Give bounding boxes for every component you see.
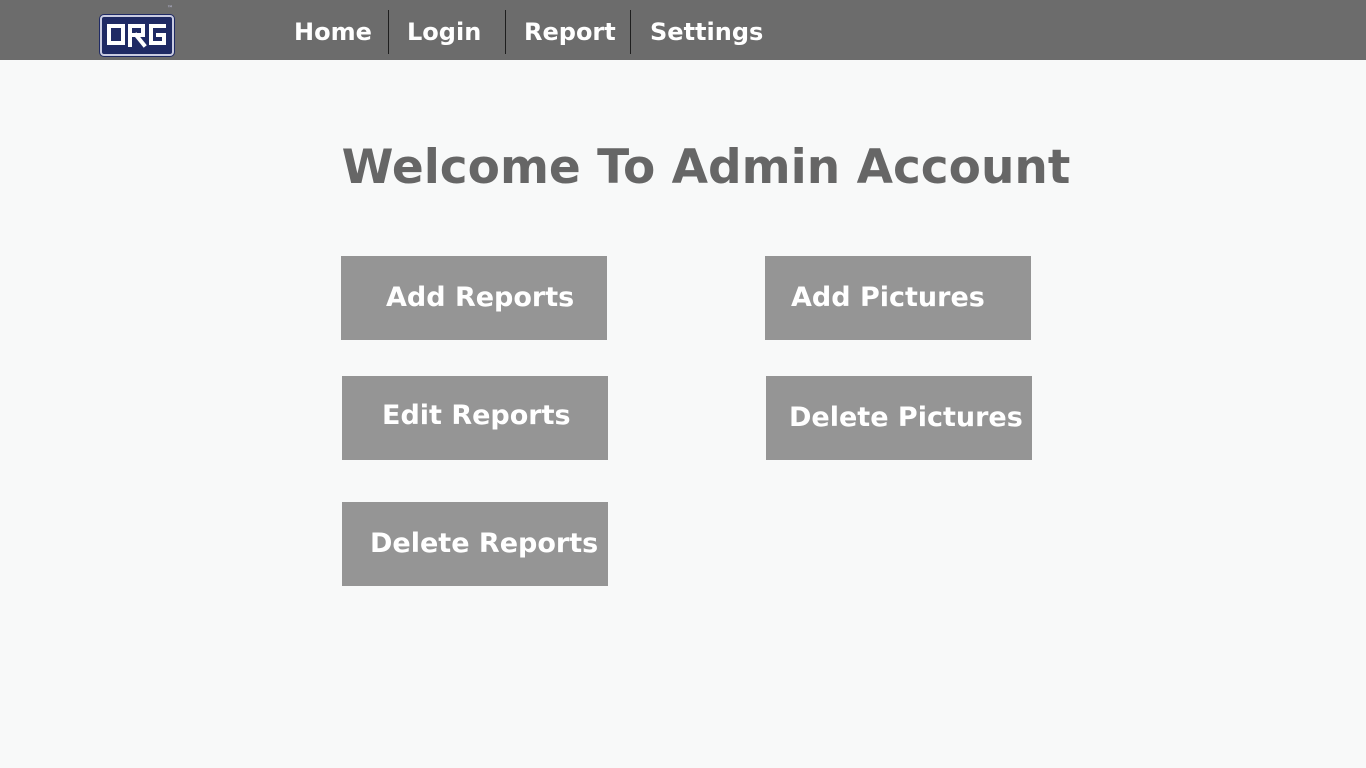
trademark-mark: ™ — [167, 5, 173, 12]
nav-login[interactable]: Login — [407, 10, 481, 54]
edit-reports-button[interactable]: Edit Reports — [342, 376, 608, 460]
page-title: Welcome To Admin Account — [341, 140, 1071, 195]
nav-divider — [505, 10, 506, 54]
delete-pictures-button[interactable]: Delete Pictures — [766, 376, 1032, 460]
top-nav-bar: ™ Home Login Report Settings — [0, 0, 1366, 60]
org-logo[interactable] — [100, 15, 174, 56]
nav-home[interactable]: Home — [294, 10, 372, 54]
add-pictures-button[interactable]: Add Pictures — [765, 256, 1031, 340]
nav-report[interactable]: Report — [524, 10, 616, 54]
nav-divider — [630, 10, 631, 54]
nav-settings[interactable]: Settings — [650, 10, 763, 54]
nav-divider — [388, 10, 389, 54]
delete-reports-button[interactable]: Delete Reports — [342, 502, 608, 586]
org-logo-icon — [107, 24, 166, 48]
add-reports-button[interactable]: Add Reports — [341, 256, 607, 340]
